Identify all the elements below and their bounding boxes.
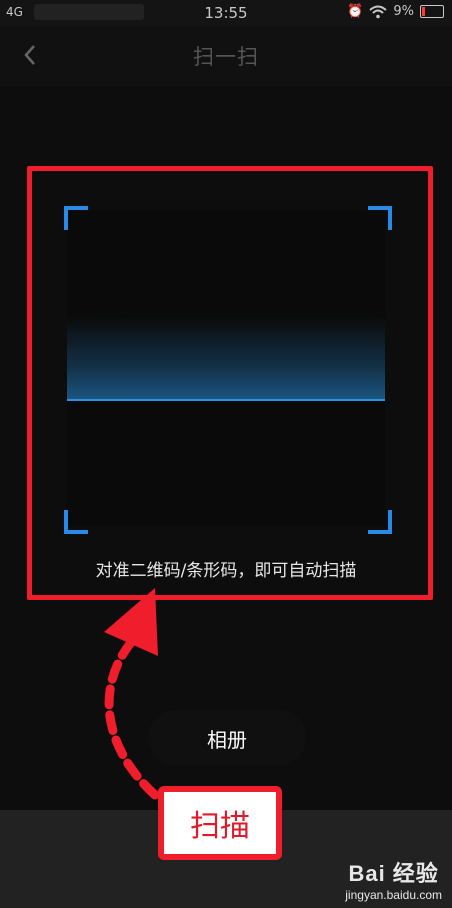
watermark-logo: Bai 经验 <box>348 861 439 886</box>
annotation-highlight-box <box>27 166 433 600</box>
page-title: 扫一扫 <box>193 45 259 69</box>
album-button[interactable]: 相册 <box>148 710 306 766</box>
battery-percent: 9% <box>393 4 414 19</box>
status-bar: 4G 13:55 ⏰ 9% <box>0 0 452 26</box>
battery-icon <box>420 5 444 18</box>
status-icons: ⏰ 9% <box>347 4 444 19</box>
wifi-icon <box>369 5 388 18</box>
annotation-label: 扫描 <box>158 786 282 860</box>
alarm-icon: ⏰ <box>347 4 364 19</box>
watermark-url: jingyan.baidu.com <box>345 888 442 902</box>
watermark: Bai 经验 jingyan.baidu.com <box>345 856 442 902</box>
nav-bar: 扫一扫 <box>0 26 452 86</box>
